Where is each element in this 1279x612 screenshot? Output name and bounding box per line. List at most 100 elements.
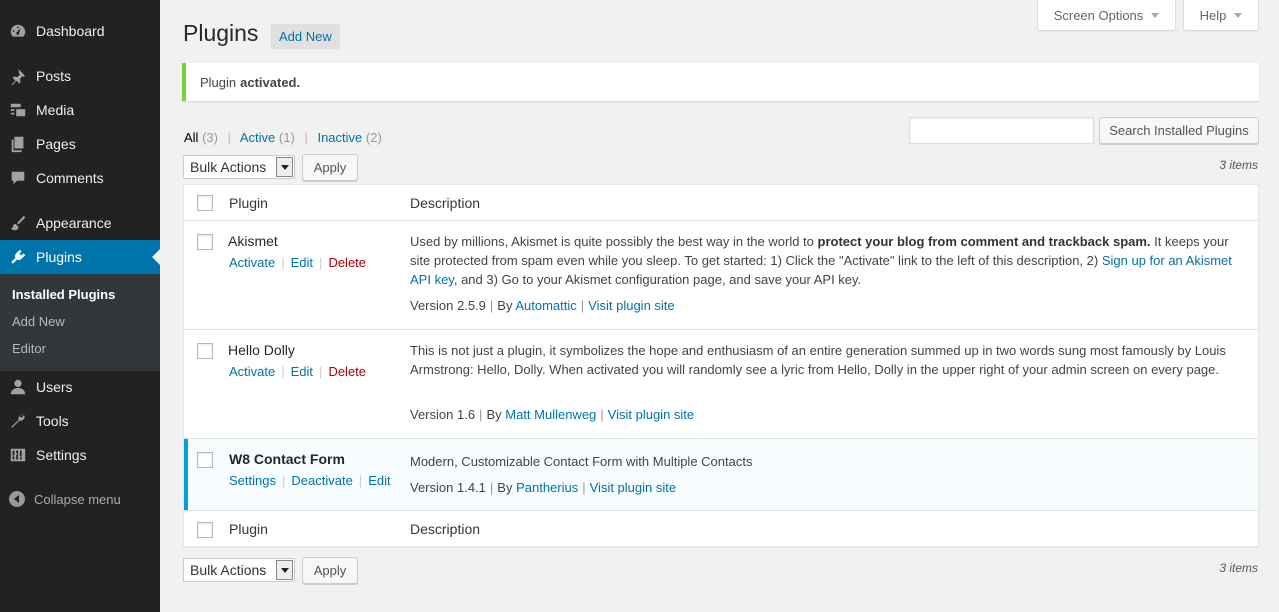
- table-row: Hello Dolly Activate | Edit | Delete This is…: [184, 330, 1258, 439]
- settings-sliders-icon: [0, 438, 36, 472]
- dashboard-icon: [0, 14, 36, 48]
- plugins-submenu: Installed Plugins Add New Editor: [0, 274, 160, 371]
- items-count-bottom: 3 items: [1219, 561, 1258, 575]
- comment-icon: [0, 161, 36, 195]
- plugin-meta: Version 1.6 | By Matt Mullenweg | Visit plug…: [410, 407, 695, 422]
- filter-all[interactable]: All: [184, 130, 198, 145]
- media-icon: [0, 93, 36, 127]
- sidebar-item-pages[interactable]: Pages: [0, 127, 160, 161]
- delete-link[interactable]: Delete: [328, 364, 366, 379]
- admin-sidebar: Dashboard Posts Media Pages Comments App…: [0, 0, 160, 612]
- submenu-installed-plugins[interactable]: Installed Plugins: [12, 287, 115, 302]
- visit-plugin-site-link[interactable]: Visit plugin site: [590, 480, 676, 495]
- table-row: Akismet Activate | Edit | Delete Used by mil…: [184, 221, 1258, 330]
- author-link[interactable]: Pantherius: [516, 480, 578, 495]
- select-all-checkbox-bottom[interactable]: [197, 522, 213, 538]
- paintbrush-icon: [0, 206, 36, 240]
- sidebar-item-label: Dashboard: [36, 23, 105, 39]
- row-checkbox[interactable]: [197, 343, 213, 359]
- sidebar-item-posts[interactable]: Posts: [0, 59, 160, 93]
- filter-all-count: (3): [202, 130, 218, 145]
- caret-down-icon: [1151, 12, 1160, 18]
- column-description: Description: [410, 521, 481, 537]
- author-link[interactable]: Matt Mullenweg: [505, 407, 596, 422]
- sidebar-item-label: Tools: [36, 413, 69, 429]
- bulk-actions-select-bottom[interactable]: Bulk Actions: [183, 558, 295, 582]
- notice-bold: activated.: [240, 74, 301, 90]
- settings-link[interactable]: Settings: [229, 473, 276, 488]
- row-actions: Settings | Deactivate | Edit: [229, 473, 391, 488]
- plugin-search-input[interactable]: [909, 117, 1094, 144]
- sidebar-item-tools[interactable]: Tools: [0, 404, 160, 438]
- filter-active-count: (1): [278, 130, 295, 145]
- plugin-description: Used by millions, Akismet is quite possi…: [410, 234, 1232, 287]
- plugin-description: This is not just a plugin, it symbolizes…: [410, 343, 1226, 377]
- sidebar-item-label: Comments: [36, 170, 104, 186]
- sidebar-item-label: Media: [36, 102, 75, 118]
- sidebar-item-media[interactable]: Media: [0, 93, 160, 127]
- sidebar-item-settings[interactable]: Settings: [0, 438, 160, 472]
- row-checkbox[interactable]: [197, 452, 213, 468]
- search-installed-plugins-button[interactable]: Search Installed Plugins: [1099, 117, 1259, 144]
- apply-button-bottom[interactable]: Apply: [302, 557, 358, 584]
- sidebar-item-label: Posts: [36, 68, 72, 84]
- filter-active[interactable]: Active: [240, 130, 275, 145]
- add-new-plugin-button[interactable]: Add New: [271, 24, 340, 49]
- bulk-actions-select-top[interactable]: Bulk Actions: [183, 155, 295, 179]
- plugin-meta: Version 2.5.9 | By Automattic | Visit plugin…: [410, 298, 675, 313]
- edit-link[interactable]: Edit: [291, 255, 313, 270]
- plugin-name: Akismet: [228, 233, 278, 249]
- help-label: Help: [1199, 7, 1227, 23]
- edit-link[interactable]: Edit: [291, 364, 313, 379]
- row-checkbox[interactable]: [197, 234, 213, 250]
- plugin-name: Hello Dolly: [228, 342, 295, 358]
- activate-link[interactable]: Activate: [229, 364, 275, 379]
- table-header: Plugin Description: [184, 185, 1258, 221]
- collapse-arrow-icon: [9, 491, 25, 507]
- plugins-table: Plugin Description Akismet Activate | Edit…: [183, 184, 1259, 547]
- visit-plugin-site-link[interactable]: Visit plugin site: [608, 407, 694, 422]
- sidebar-item-users[interactable]: Users: [0, 370, 160, 404]
- pushpin-icon: [0, 59, 36, 93]
- row-actions: Activate | Edit | Delete: [229, 364, 367, 379]
- sidebar-item-comments[interactable]: Comments: [0, 161, 160, 195]
- submenu-editor[interactable]: Editor: [12, 341, 46, 356]
- table-row-active: W8 Contact Form Settings | Deactivate | Edit…: [184, 439, 1258, 510]
- dropdown-arrow-icon: [276, 157, 293, 177]
- sidebar-item-plugins[interactable]: Plugins: [0, 240, 160, 274]
- sidebar-item-label: Users: [36, 379, 73, 395]
- row-actions: Activate | Edit | Delete: [229, 255, 367, 270]
- screen-options-button[interactable]: Screen Options: [1037, 0, 1176, 31]
- filter-inactive-count: (2): [365, 130, 382, 145]
- edit-link[interactable]: Edit: [368, 473, 390, 488]
- plugin-description: Modern, Customizable Contact Form with M…: [410, 454, 753, 469]
- select-all-checkbox[interactable]: [197, 195, 213, 211]
- column-plugin: Plugin: [229, 521, 268, 537]
- author-link[interactable]: Automattic: [515, 298, 576, 313]
- apply-button-top[interactable]: Apply: [302, 154, 358, 181]
- screen-options-label: Screen Options: [1053, 7, 1144, 23]
- submenu-add-new[interactable]: Add New: [12, 314, 65, 329]
- help-button[interactable]: Help: [1183, 0, 1259, 31]
- sidebar-item-label: Settings: [36, 447, 87, 463]
- bulk-actions-label: Bulk Actions: [190, 562, 267, 578]
- items-count-top: 3 items: [1219, 158, 1258, 172]
- collapse-menu-label: Collapse menu: [34, 491, 121, 507]
- sidebar-item-appearance[interactable]: Appearance: [0, 206, 160, 240]
- dropdown-arrow-icon: [276, 560, 293, 580]
- table-footer: Plugin Description: [184, 510, 1258, 546]
- column-plugin: Plugin: [229, 195, 268, 211]
- filter-inactive[interactable]: Inactive: [317, 130, 362, 145]
- sidebar-item-dashboard[interactable]: Dashboard: [0, 14, 160, 48]
- delete-link[interactable]: Delete: [328, 255, 366, 270]
- collapse-menu-button[interactable]: Collapse menu: [0, 486, 160, 512]
- plugin-name: W8 Contact Form: [229, 451, 345, 467]
- plugin-activated-notice: Plugin activated.: [182, 63, 1259, 101]
- column-description: Description: [410, 195, 481, 211]
- user-icon: [0, 370, 36, 404]
- activate-link[interactable]: Activate: [229, 255, 275, 270]
- visit-plugin-site-link[interactable]: Visit plugin site: [588, 298, 674, 313]
- plugin-icon: [0, 240, 36, 274]
- sidebar-item-label: Appearance: [36, 215, 112, 231]
- deactivate-link[interactable]: Deactivate: [291, 473, 352, 488]
